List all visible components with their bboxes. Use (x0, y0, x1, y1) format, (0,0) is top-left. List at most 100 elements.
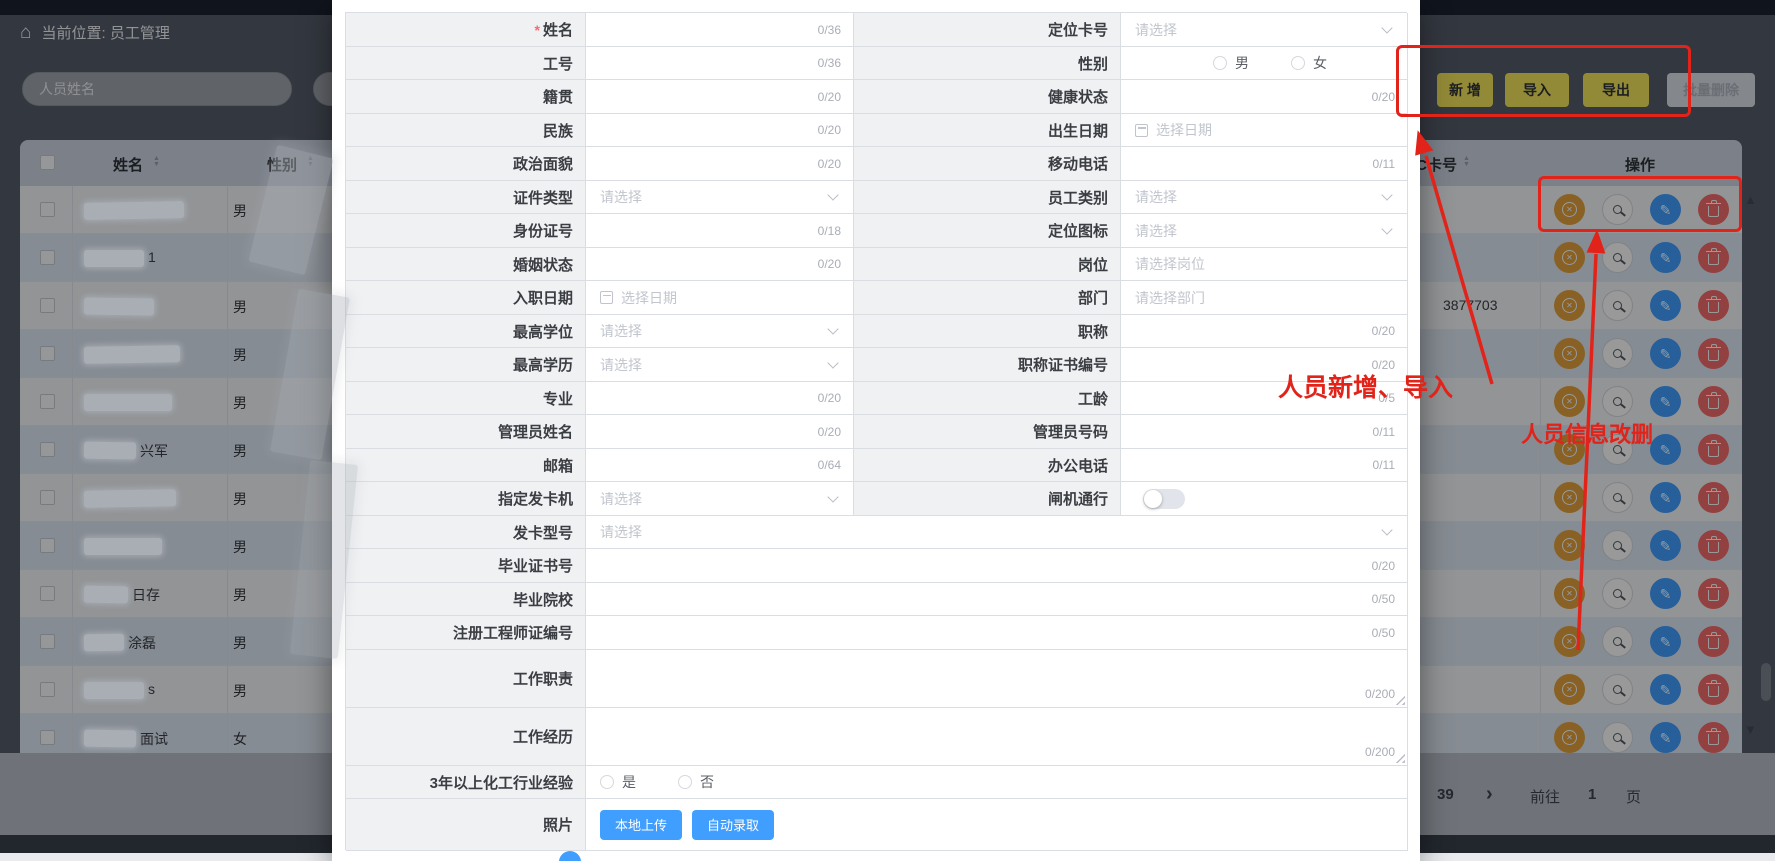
form-label-text: 照片 (543, 814, 573, 835)
radio-option[interactable]: 男 (1213, 53, 1249, 73)
form-field-input[interactable]: 0/20 (586, 248, 854, 281)
chevron-down-icon (1381, 524, 1392, 535)
form-label: 职称证书编号 (854, 348, 1121, 382)
censor-block (84, 442, 136, 460)
radio-label: 是 (622, 772, 636, 792)
form-field-radios[interactable]: 男女 (1121, 47, 1408, 80)
upload-local-button[interactable]: 本地上传 (600, 810, 682, 840)
field-placeholder: 选择日期 (1156, 120, 1212, 140)
form-field-select[interactable]: 请选择 (586, 482, 854, 516)
form-label: 性别 (854, 47, 1121, 80)
char-counter: 0/20 (818, 257, 841, 271)
form-label-text: 民族 (543, 120, 573, 141)
gate-pass-toggle[interactable] (1143, 489, 1185, 509)
field-placeholder: 请选择 (600, 489, 642, 509)
form-field-input[interactable]: 0/36 (586, 47, 854, 80)
form-field-input[interactable]: 0/20 (1121, 315, 1408, 348)
censor-block (84, 297, 154, 315)
form-field-text[interactable]: 请选择岗位 (1121, 248, 1408, 281)
employee-form-modal: *姓名0/36定位卡号请选择工号0/36性别男女籍贯0/20健康状态0/20民族… (332, 0, 1420, 861)
form-field-input[interactable]: 0/36 (586, 13, 854, 47)
form-field-input[interactable]: 0/50 (586, 583, 1408, 616)
camera-button-clipped[interactable] (559, 851, 581, 861)
radio-label: 女 (1313, 53, 1327, 73)
form-label-text: 职称 (1078, 321, 1108, 342)
form-field-select[interactable]: 请选择 (1121, 181, 1408, 214)
form-label-text: 最高学历 (513, 354, 573, 375)
form-field-input[interactable]: 0/20 (586, 147, 854, 181)
form-field-input[interactable]: 0/20 (586, 382, 854, 415)
form-field-input[interactable]: 0/11 (1121, 449, 1408, 482)
form-label-text: 证件类型 (513, 187, 573, 208)
radio-label: 否 (700, 772, 714, 792)
form-label-text: 身份证号 (513, 220, 573, 241)
form-field-select[interactable]: 请选择 (586, 516, 1408, 549)
radio-circle-icon (1213, 56, 1227, 70)
form-field-select[interactable]: 请选择 (1121, 13, 1408, 47)
char-counter: 0/20 (818, 123, 841, 137)
char-counter: 0/11 (1373, 157, 1395, 171)
form-field-input[interactable]: 0/20 (586, 415, 854, 449)
form-field-select[interactable]: 请选择 (1121, 214, 1408, 248)
form-field-select[interactable]: 请选择 (586, 348, 854, 382)
form-label-text: 管理员号码 (1033, 421, 1108, 442)
radio-option[interactable]: 是 (600, 772, 636, 792)
form-label: 婚姻状态 (346, 248, 586, 281)
censor-block (84, 201, 184, 220)
form-label: 照片 (346, 799, 586, 851)
form-field-input[interactable]: 0/18 (586, 214, 854, 248)
radio-option[interactable]: 女 (1291, 53, 1327, 73)
form-label-text: 毕业院校 (513, 589, 573, 610)
chevron-down-icon (827, 491, 838, 502)
form-field-toggle[interactable] (1121, 482, 1408, 516)
form-label: 毕业院校 (346, 583, 586, 616)
form-label-text: 工龄 (1078, 388, 1108, 409)
form-field-text[interactable]: 请选择部门 (1121, 281, 1408, 315)
form-field-date[interactable]: 选择日期 (586, 281, 854, 315)
form-field-input[interactable]: 0/20 (586, 80, 854, 114)
censor-block (84, 394, 172, 411)
annotation-rect-row-actions (1538, 176, 1742, 232)
char-counter: 0/18 (818, 224, 841, 238)
form-field-textarea[interactable]: 0/200 (586, 650, 1408, 708)
field-placeholder: 请选择 (1135, 20, 1177, 40)
char-counter: 0/20 (818, 157, 841, 171)
form-label-text: 工作职责 (513, 668, 573, 689)
form-label: 工龄 (854, 382, 1121, 415)
resize-handle[interactable] (1395, 695, 1405, 705)
form-label: 工作职责 (346, 650, 586, 708)
form-label: 最高学位 (346, 315, 586, 348)
char-counter: 0/20 (1372, 90, 1395, 104)
form-label: 籍贯 (346, 80, 586, 114)
form-field-input[interactable]: 0/20 (586, 549, 1408, 583)
form-field-date[interactable]: 选择日期 (1121, 114, 1408, 147)
char-counter: 0/36 (818, 23, 841, 37)
form-field-input[interactable]: 0/11 (1121, 147, 1408, 181)
form-label-text: 3年以上化工行业经验 (430, 772, 573, 793)
form-field-input[interactable]: 0/20 (1121, 80, 1408, 114)
form-field-input[interactable]: 0/11 (1121, 415, 1408, 449)
form-label-text: 工作经历 (513, 726, 573, 747)
field-placeholder: 请选择部门 (1135, 288, 1205, 308)
form-field-select[interactable]: 请选择 (586, 181, 854, 214)
auto-capture-button[interactable]: 自动录取 (692, 810, 774, 840)
form-label-text: 岗位 (1078, 254, 1108, 275)
form-field-textarea[interactable]: 0/200 (586, 708, 1408, 766)
form-label: 民族 (346, 114, 586, 147)
resize-handle[interactable] (1395, 753, 1405, 763)
radio-option[interactable]: 否 (678, 772, 714, 792)
form-label-text: 工号 (543, 53, 573, 74)
form-label: 指定发卡机 (346, 482, 586, 516)
form-field-input[interactable]: 0/20 (586, 114, 854, 147)
form-field-input[interactable]: 0/64 (586, 449, 854, 482)
form-label: 出生日期 (854, 114, 1121, 147)
form-label: 发卡型号 (346, 516, 586, 549)
censor-block (84, 538, 162, 555)
form-label: 身份证号 (346, 214, 586, 248)
form-field-select[interactable]: 请选择 (586, 315, 854, 348)
form-field-input[interactable]: 0/50 (586, 616, 1408, 650)
form-field-photo[interactable]: 本地上传自动录取 (586, 799, 1408, 851)
form-field-radios[interactable]: 是否 (586, 766, 1408, 799)
field-placeholder: 请选择 (1135, 221, 1177, 241)
chevron-down-icon (827, 323, 838, 334)
